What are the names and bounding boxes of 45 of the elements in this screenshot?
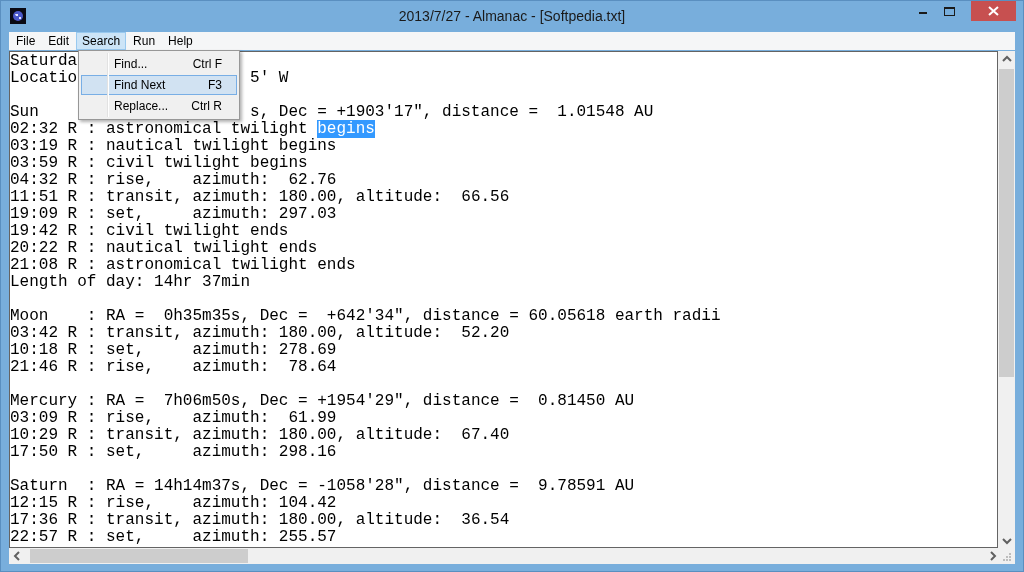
scroll-thumb[interactable] bbox=[30, 549, 248, 563]
text-line: Mercury : RA = 7h06m50s, Dec = +1954'29", distance = 0.81450 AU bbox=[10, 392, 635, 410]
text-line: Sun bbox=[10, 104, 39, 121]
app-icon[interactable] bbox=[10, 8, 26, 24]
menu[interactable]: Edit bbox=[42, 32, 76, 50]
menu[interactable]: Run bbox=[127, 32, 162, 50]
text-line: 22:57 R : set, azimuth: 255.57 bbox=[10, 528, 337, 546]
text-line: 19:42 R : civil twilight ends bbox=[10, 222, 289, 240]
text-line: s, Dec = +1903'17", distance = 1.01548 AU bbox=[250, 104, 655, 121]
text-line: 03:59 R : civil twilight begins bbox=[10, 154, 308, 172]
window-title: 2013/7/27 - Almanac - [Softpedia.txt] bbox=[398, 8, 626, 24]
menu-item[interactable]: Find Next F3 bbox=[81, 75, 238, 95]
text-line: 17:50 R : set, azimuth: 298.16 bbox=[10, 443, 337, 461]
menu[interactable]: Search bbox=[76, 32, 127, 50]
menu[interactable]: File bbox=[10, 32, 42, 50]
close-button[interactable] bbox=[971, 1, 1016, 21]
menu-item[interactable]: Find... Ctrl F bbox=[81, 54, 238, 74]
text-line: 10:18 R : set, azimuth: 278.69 bbox=[10, 341, 337, 359]
text-line: Moon : RA = 0h35m35s, Dec = +642'34", distance = 60.05618 earth radii bbox=[10, 307, 721, 325]
scroll-right-icon[interactable] bbox=[987, 550, 999, 562]
text-line: 11:51 R : transit, azimuth: 180.00, altitude: 66.56 bbox=[10, 188, 510, 206]
text-line: 21:46 R : rise, azimuth: 78.64 bbox=[10, 358, 337, 376]
text-line: 04:32 R : rise, azimuth: 62.76 bbox=[10, 171, 337, 189]
text-line: 10:29 R : transit, azimuth: 180.00, altitude: 67.40 bbox=[10, 426, 510, 444]
maximize-icon bbox=[944, 6, 955, 16]
text-line: Locatio bbox=[10, 70, 78, 87]
text-line: 5' W bbox=[250, 70, 290, 87]
text-line: Saturda bbox=[10, 52, 78, 70]
resize-grip-icon[interactable] bbox=[1003, 553, 1012, 562]
text-line: Saturn : RA = 14h14m37s, Dec = -1058'28", distance = 9.78591 AU bbox=[10, 477, 635, 495]
text-line: 03:19 R : nautical twilight begins bbox=[10, 137, 337, 155]
text-line: 03:42 R : transit, azimuth: 180.00, altitude: 52.20 bbox=[10, 324, 510, 342]
text-line: 19:09 R : set, azimuth: 297.03 bbox=[10, 205, 337, 223]
scroll-thumb[interactable] bbox=[999, 69, 1014, 377]
text-line: 12:15 R : rise, azimuth: 104.42 bbox=[10, 494, 337, 512]
menu-item[interactable]: Replace... Ctrl R bbox=[81, 96, 238, 116]
text-line: 03:09 R : rise, azimuth: 61.99 bbox=[10, 409, 337, 427]
text-line: Length of day: 14hr 37min bbox=[10, 273, 251, 291]
text-line: 20:22 R : nautical twilight ends bbox=[10, 239, 318, 257]
menu[interactable]: Help bbox=[162, 32, 199, 50]
text-line: 21:08 R : astronomical twilight ends bbox=[10, 256, 356, 274]
close-icon bbox=[988, 6, 999, 16]
text-line: 17:36 R : transit, azimuth: 180.00, altitude: 36.54 bbox=[10, 511, 510, 529]
selected-text: begins bbox=[317, 120, 375, 138]
text-line: 02:32 R : astronomical twilight bbox=[10, 120, 309, 138]
